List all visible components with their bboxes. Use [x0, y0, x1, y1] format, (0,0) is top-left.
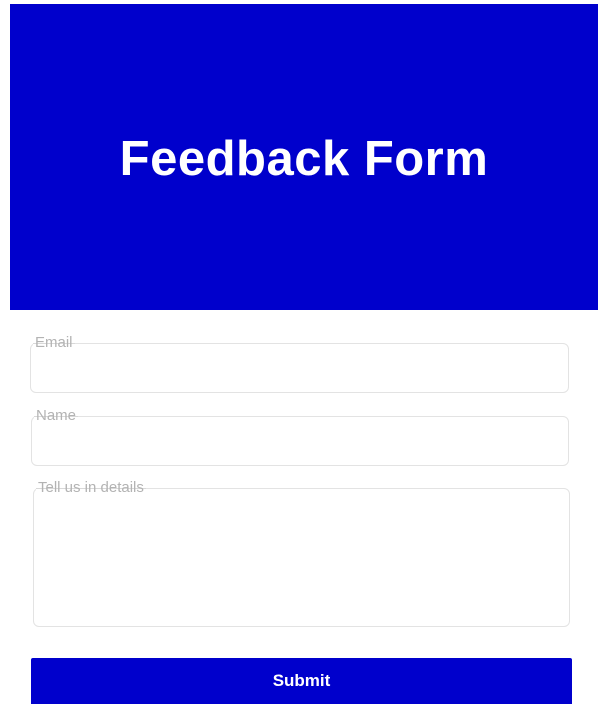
- email-label-text: Email: [35, 334, 73, 351]
- name-field-label: Name: [34, 407, 79, 424]
- details-textarea[interactable]: [34, 489, 569, 626]
- submit-button[interactable]: Submit: [31, 658, 572, 704]
- header-banner: Feedback Form: [10, 4, 598, 310]
- name-label-text: Name: [36, 407, 77, 424]
- name-field[interactable]: Name: [31, 408, 569, 466]
- feedback-page: Feedback Form Email Name Tell us in deta…: [0, 0, 598, 704]
- details-field-label: Tell us in details: [36, 480, 146, 496]
- details-label-text: Tell us in details: [38, 479, 144, 496]
- email-field[interactable]: Email: [30, 335, 569, 393]
- name-input[interactable]: [32, 417, 568, 465]
- details-field[interactable]: Tell us in details: [33, 480, 570, 627]
- email-field-label: Email: [33, 335, 75, 351]
- page-title: Feedback Form: [119, 132, 489, 186]
- email-input[interactable]: [31, 344, 568, 392]
